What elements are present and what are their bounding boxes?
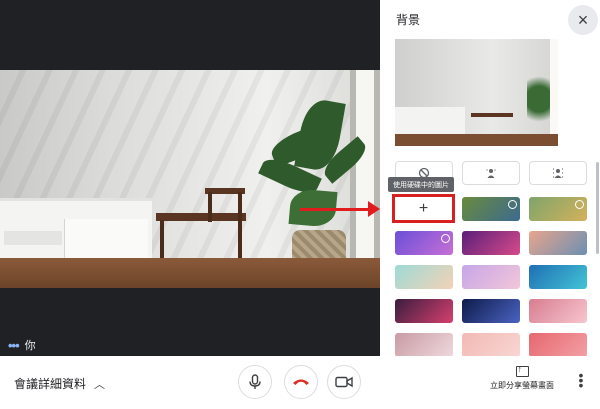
plus-icon: + xyxy=(418,199,429,217)
present-screen-icon xyxy=(515,364,529,377)
bg-purple-stage[interactable] xyxy=(462,231,520,255)
self-label: ••• 你 xyxy=(8,337,36,353)
bg-pink-pattern[interactable] xyxy=(529,333,587,356)
meet-window: ••• 你 背景 × 使用硬碟中的圖片 + 會議詳細資料 ︿ ↑ 立即分享螢幕畫… xyxy=(0,0,600,409)
camera-icon xyxy=(335,376,353,388)
animated-badge-icon xyxy=(575,200,584,209)
bg-fish-tank-animated[interactable] xyxy=(529,197,587,221)
bg-pink-dots[interactable] xyxy=(462,333,520,356)
animated-badge-icon xyxy=(508,200,517,209)
bg-party-animated[interactable] xyxy=(395,231,453,255)
bg-underwater[interactable] xyxy=(529,265,587,289)
hang-up-button[interactable] xyxy=(284,365,318,399)
bg-pastel-sky[interactable] xyxy=(462,265,520,289)
bg-pink-nebula[interactable] xyxy=(395,299,453,323)
room-table xyxy=(156,213,246,221)
bg-beach[interactable] xyxy=(395,265,453,289)
bg-galaxy[interactable] xyxy=(462,299,520,323)
close-icon: × xyxy=(577,10,589,30)
bg-cherry-blossom[interactable] xyxy=(529,299,587,323)
slight-blur-icon xyxy=(486,169,496,178)
annotation-arrow-head xyxy=(368,201,380,217)
meeting-details-label: 會議詳細資料 xyxy=(14,377,87,391)
self-video-tile xyxy=(0,70,380,288)
background-preview xyxy=(395,39,558,146)
room-cabinet xyxy=(0,198,152,263)
annotation-arrow-line xyxy=(300,208,374,211)
chevron-up-icon: ︿ xyxy=(94,378,106,391)
self-name: 你 xyxy=(24,340,36,352)
room-floor xyxy=(0,258,380,288)
present-screen-button[interactable]: 立即分享螢幕畫面 xyxy=(486,364,558,391)
blur-button[interactable] xyxy=(529,161,587,185)
bottom-bar: 會議詳細資料 ︿ 立即分享螢幕畫面 ••• xyxy=(0,356,600,409)
panel-title: 背景 xyxy=(396,13,421,27)
bg-sunset-sea[interactable] xyxy=(529,231,587,255)
microphone-icon xyxy=(249,374,261,389)
audio-activity-dots-icon: ••• xyxy=(8,337,20,353)
video-stage: ••• 你 xyxy=(0,0,380,356)
add-image-tooltip: 使用硬碟中的圖片 xyxy=(388,177,454,192)
blur-icon xyxy=(552,168,564,178)
animated-badge-icon xyxy=(441,234,450,243)
close-button[interactable]: × xyxy=(568,5,598,35)
hang-up-icon xyxy=(293,379,309,385)
add-image-button[interactable]: + xyxy=(392,194,455,223)
more-vertical-icon[interactable]: • • • xyxy=(576,368,586,393)
bg-pink-confetti[interactable] xyxy=(395,333,453,356)
present-screen-label: 立即分享螢幕畫面 xyxy=(490,381,554,390)
background-panel: 背景 × 使用硬碟中的圖片 + xyxy=(380,0,600,356)
meeting-details-button[interactable]: 會議詳細資料 ︿ xyxy=(14,375,105,392)
room-window xyxy=(350,70,380,288)
bg-forest-animated[interactable] xyxy=(462,197,520,221)
microphone-button[interactable] xyxy=(238,365,272,399)
slight-blur-button[interactable] xyxy=(462,161,520,185)
camera-button[interactable] xyxy=(327,365,361,399)
panel-scrollbar[interactable] xyxy=(596,162,599,254)
